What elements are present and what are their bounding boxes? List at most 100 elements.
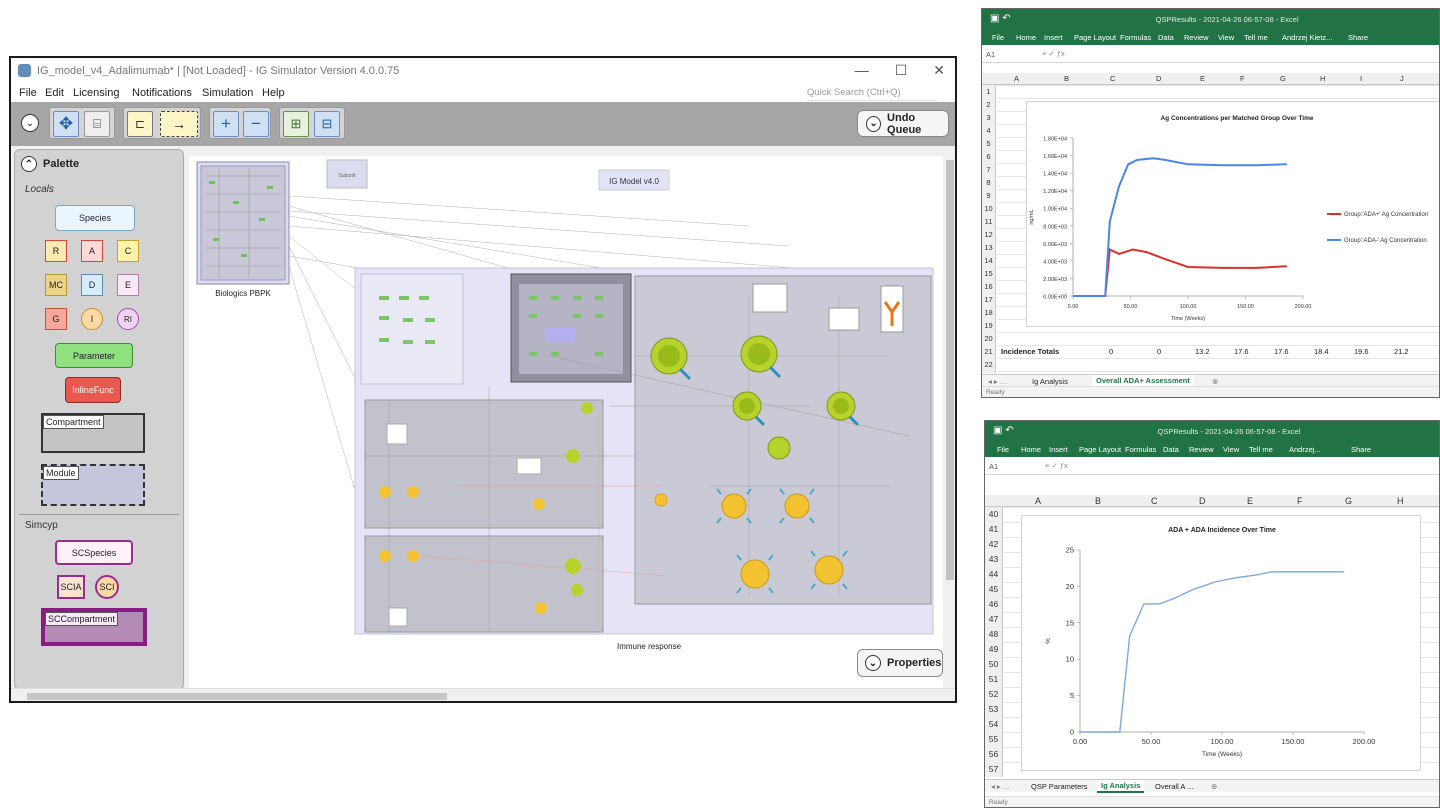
row-header[interactable]: 55 xyxy=(985,732,1002,747)
ribbon-formulas[interactable]: Formulas xyxy=(1125,445,1156,454)
layout-tool-button[interactable]: ⊞ xyxy=(283,111,309,137)
ag-concentration-chart[interactable]: Ag Concentrations per Matched Group Over… xyxy=(1026,101,1439,327)
ribbon-review[interactable]: Review xyxy=(1184,33,1209,42)
horizontal-scrollbar[interactable] xyxy=(11,688,955,701)
tab-scroll-icon[interactable]: ◂ ▸ … xyxy=(991,782,1010,791)
col-b[interactable]: B xyxy=(1095,496,1101,506)
row-header[interactable]: 4 xyxy=(982,124,995,137)
palette-item-r[interactable]: R xyxy=(45,240,67,262)
ribbon-review[interactable]: Review xyxy=(1189,445,1214,454)
row-header[interactable]: 42 xyxy=(985,537,1002,552)
palette-module[interactable]: Module xyxy=(41,464,145,506)
ribbon-home[interactable]: Home xyxy=(1021,445,1041,454)
row-header[interactable]: 22 xyxy=(982,358,995,371)
col-i[interactable]: I xyxy=(1360,74,1362,83)
row-header[interactable]: 54 xyxy=(985,717,1002,732)
row-header[interactable]: 3 xyxy=(982,111,995,124)
ribbon-formulas[interactable]: Formulas xyxy=(1120,33,1151,42)
col-g[interactable]: G xyxy=(1280,74,1286,83)
menu-help[interactable]: Help xyxy=(262,87,285,99)
palette-item-a[interactable]: A xyxy=(81,240,103,262)
row-header[interactable]: 19 xyxy=(982,319,995,332)
row-header[interactable]: 16 xyxy=(982,280,995,293)
col-e[interactable]: E xyxy=(1247,496,1253,506)
model-canvas[interactable]: Biologics PBPK Subunit IG Model v4.0 Imm… xyxy=(189,156,943,688)
ribbon-view[interactable]: View xyxy=(1223,445,1239,454)
palette-sci[interactable]: SCI xyxy=(95,575,119,599)
palette-inlinefunc[interactable]: InlineFunc xyxy=(65,377,121,403)
col-e[interactable]: E xyxy=(1200,74,1205,83)
collapse-toolbar-button[interactable]: ⌄ xyxy=(21,114,39,132)
row-header[interactable]: 7 xyxy=(982,163,995,176)
row-header[interactable]: 17 xyxy=(982,293,995,306)
close-button[interactable]: ✕ xyxy=(933,62,945,79)
row-header[interactable]: 43 xyxy=(985,552,1002,567)
select-tool-button[interactable]: ⌸ xyxy=(84,111,110,137)
connector-tool-button[interactable]: ⊏ xyxy=(127,111,153,137)
row-header[interactable]: 13 xyxy=(982,241,995,254)
menu-file[interactable]: File xyxy=(19,87,37,99)
row-header[interactable]: 44 xyxy=(985,567,1002,582)
ribbon-tell-me[interactable]: Tell me xyxy=(1249,445,1273,454)
col-j[interactable]: J xyxy=(1400,74,1404,83)
arrow-tool-button[interactable]: → xyxy=(160,111,198,137)
maximize-button[interactable]: ☐ xyxy=(895,62,908,79)
ribbon-share[interactable]: Share xyxy=(1351,445,1371,454)
row-header[interactable]: 21 xyxy=(982,345,995,358)
save-icon[interactable]: ▣ ↶ xyxy=(990,13,1011,24)
ribbon-page-layout[interactable]: Page Layout xyxy=(1074,33,1116,42)
row-header[interactable]: 5 xyxy=(982,137,995,150)
col-h[interactable]: H xyxy=(1397,496,1404,506)
ribbon-share[interactable]: Share xyxy=(1348,33,1368,42)
row-header[interactable]: 47 xyxy=(985,612,1002,627)
tab-scroll-icon[interactable]: ◂ ▸ … xyxy=(988,377,1007,386)
palette-item-i[interactable]: I xyxy=(81,308,103,330)
zoom-out-button[interactable]: − xyxy=(243,111,269,137)
row-header[interactable]: 50 xyxy=(985,657,1002,672)
ribbon-data[interactable]: Data xyxy=(1158,33,1174,42)
palette-parameter[interactable]: Parameter xyxy=(55,343,133,368)
col-c[interactable]: C xyxy=(1110,74,1115,83)
col-b[interactable]: B xyxy=(1064,74,1069,83)
row-header[interactable]: 20 xyxy=(982,332,995,345)
module-tool-button[interactable]: ⊟ xyxy=(314,111,340,137)
palette-item-e[interactable]: E xyxy=(117,274,139,296)
row-header[interactable]: 56 xyxy=(985,747,1002,762)
tab-ig-analysis[interactable]: Ig Analysis xyxy=(1032,377,1068,386)
add-sheet-icon[interactable]: ⊕ xyxy=(1212,377,1218,386)
col-d[interactable]: D xyxy=(1156,74,1161,83)
ribbon-file[interactable]: File xyxy=(992,33,1004,42)
menu-simulation[interactable]: Simulation xyxy=(202,87,253,99)
ribbon-home[interactable]: Home xyxy=(1016,33,1036,42)
undo-queue-button[interactable]: ⌄ Undo Queue xyxy=(857,110,949,137)
formula-bar[interactable]: A1 × ✓ ƒx xyxy=(985,457,1439,475)
col-f[interactable]: F xyxy=(1240,74,1245,83)
palette-scspecies[interactable]: SCSpecies xyxy=(55,540,133,565)
row-header[interactable]: 57 xyxy=(985,762,1002,777)
tab-overall[interactable]: Overall A ... xyxy=(1155,782,1193,791)
menu-notifications[interactable]: Notifications xyxy=(132,87,192,99)
menu-edit[interactable]: Edit xyxy=(45,87,64,99)
row-header[interactable]: 51 xyxy=(985,672,1002,687)
palette-item-d[interactable]: D xyxy=(81,274,103,296)
ribbon-file[interactable]: File xyxy=(997,445,1009,454)
row-header[interactable]: 8 xyxy=(982,176,995,189)
name-box[interactable]: A1 xyxy=(986,50,995,59)
row-header[interactable]: 48 xyxy=(985,627,1002,642)
row-header[interactable]: 6 xyxy=(982,150,995,163)
palette-item-g[interactable]: G xyxy=(45,308,67,330)
palette-sccompartment[interactable]: SCCompartment xyxy=(41,608,147,646)
col-c[interactable]: C xyxy=(1151,496,1158,506)
row-header[interactable]: 53 xyxy=(985,702,1002,717)
col-a[interactable]: A xyxy=(1035,496,1041,506)
vertical-scrollbar[interactable] xyxy=(943,156,955,688)
ribbon-insert[interactable]: Insert xyxy=(1049,445,1068,454)
minimize-button[interactable]: — xyxy=(855,62,869,79)
zoom-in-button[interactable]: + xyxy=(213,111,239,137)
row-header[interactable]: 10 xyxy=(982,202,995,215)
palette-item-ri[interactable]: RI xyxy=(117,308,139,330)
properties-button[interactable]: ⌄ Properties xyxy=(857,649,943,677)
row-header[interactable]: 45 xyxy=(985,582,1002,597)
palette-item-mc[interactable]: MC xyxy=(45,274,67,296)
palette-header[interactable]: ⌃ Palette xyxy=(21,156,79,172)
